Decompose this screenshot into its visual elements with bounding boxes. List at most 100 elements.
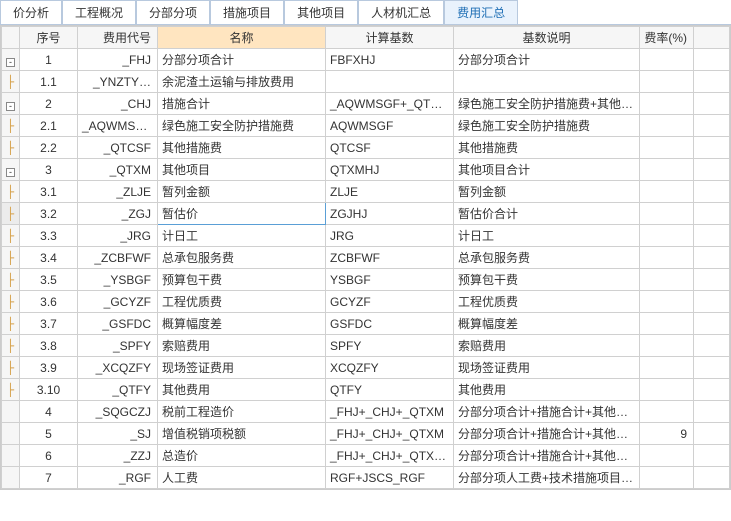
cell-base[interactable]: GSFDC [326, 313, 454, 335]
cell-code[interactable]: _SPFY [78, 335, 158, 357]
cell-rate[interactable] [640, 181, 694, 203]
cell-desc[interactable]: 计日工 [454, 225, 640, 247]
cell-rate[interactable] [640, 93, 694, 115]
cell-idx[interactable]: 6 [20, 445, 78, 467]
tab-3[interactable]: 措施项目 [210, 0, 284, 24]
header-base[interactable]: 计算基数 [326, 27, 454, 49]
cell-base[interactable]: ZCBFWF [326, 247, 454, 269]
cell-rate[interactable]: 9 [640, 423, 694, 445]
header-rate[interactable]: 费率(%) [640, 27, 694, 49]
cell-name[interactable]: 增值税销项税额 [158, 423, 326, 445]
cell-rate[interactable] [640, 203, 694, 225]
cell-desc[interactable]: 其他措施费 [454, 137, 640, 159]
cell-base[interactable] [326, 71, 454, 93]
cell-code[interactable]: _AQWMSGF [78, 115, 158, 137]
cell-code[interactable]: _XCQZFY [78, 357, 158, 379]
cell-base[interactable]: XCQZFY [326, 357, 454, 379]
cell-name[interactable]: 现场签证费用 [158, 357, 326, 379]
cell-code[interactable]: _QTCSF [78, 137, 158, 159]
cell-desc[interactable]: 索赔费用 [454, 335, 640, 357]
cell-code[interactable]: _ZLJE [78, 181, 158, 203]
header-name[interactable]: 名称 [158, 27, 326, 49]
cell-idx[interactable]: 3.9 [20, 357, 78, 379]
cell-desc[interactable]: 分部分项合计+措施合计+其他项目 [454, 401, 640, 423]
table-row[interactable]: ├3.5_YSBGF预算包干费YSBGF预算包干费 [2, 269, 730, 291]
cell-code[interactable]: _JRG [78, 225, 158, 247]
cell-code[interactable]: _YSBGF [78, 269, 158, 291]
cell-base[interactable]: YSBGF [326, 269, 454, 291]
cell-desc[interactable]: 概算幅度差 [454, 313, 640, 335]
cell-base[interactable]: FBFXHJ [326, 49, 454, 71]
cell-base[interactable]: _FHJ+_CHJ+_QTXM [326, 423, 454, 445]
tab-6[interactable]: 费用汇总 [444, 0, 518, 24]
cell-rate[interactable] [640, 225, 694, 247]
cell-desc[interactable]: 绿色施工安全防护措施费 [454, 115, 640, 137]
collapse-icon[interactable]: - [6, 102, 15, 111]
cell-idx[interactable]: 3.8 [20, 335, 78, 357]
table-row[interactable]: ├3.2_ZGJ暂估价ZGJHJ暂估价合计 [2, 203, 730, 225]
collapse-icon[interactable]: - [6, 58, 15, 67]
cell-idx[interactable]: 5 [20, 423, 78, 445]
cell-rate[interactable] [640, 49, 694, 71]
tree-toggle[interactable]: - [2, 159, 20, 181]
cell-code[interactable]: _GCYZF [78, 291, 158, 313]
cell-desc[interactable]: 分部分项人工费+技术措施项目人工费 [454, 467, 640, 489]
cell-base[interactable]: _FHJ+_CHJ+_QTXM+_SJ [326, 445, 454, 467]
cell-name[interactable]: 总造价 [158, 445, 326, 467]
cell-code[interactable]: _FHJ [78, 49, 158, 71]
cell-base[interactable]: AQWMSGF [326, 115, 454, 137]
fee-summary-grid[interactable]: 序号 费用代号 名称 计算基数 基数说明 费率(%) -1_FHJ分部分项合计F… [0, 25, 731, 490]
table-row[interactable]: ├2.1_AQWMSGF绿色施工安全防护措施费AQWMSGF绿色施工安全防护措施… [2, 115, 730, 137]
cell-desc[interactable]: 工程优质费 [454, 291, 640, 313]
cell-idx[interactable]: 3.3 [20, 225, 78, 247]
table-row[interactable]: 6_ZZJ总造价_FHJ+_CHJ+_QTXM+_SJ分部分项合计+措施合计+其… [2, 445, 730, 467]
cell-rate[interactable] [640, 335, 694, 357]
cell-code[interactable]: _YNZTY… [78, 71, 158, 93]
table-row[interactable]: 7_RGF人工费RGF+JSCS_RGF分部分项人工费+技术措施项目人工费 [2, 467, 730, 489]
cell-name[interactable]: 概算幅度差 [158, 313, 326, 335]
cell-code[interactable]: _SJ [78, 423, 158, 445]
cell-name[interactable]: 余泥渣土运输与排放费用 [158, 71, 326, 93]
cell-code[interactable]: _QTXM [78, 159, 158, 181]
table-row[interactable]: ├3.8_SPFY索赔费用SPFY索赔费用 [2, 335, 730, 357]
cell-name[interactable]: 暂列金额 [158, 181, 326, 203]
table-row[interactable]: 5_SJ增值税销项税额_FHJ+_CHJ+_QTXM分部分项合计+措施合计+其他… [2, 423, 730, 445]
cell-desc[interactable]: 其他项目合计 [454, 159, 640, 181]
cell-name[interactable]: 税前工程造价 [158, 401, 326, 423]
cell-rate[interactable] [640, 71, 694, 93]
header-desc[interactable]: 基数说明 [454, 27, 640, 49]
cell-idx[interactable]: 3.6 [20, 291, 78, 313]
cell-desc[interactable]: 总承包服务费 [454, 247, 640, 269]
cell-name[interactable]: 总承包服务费 [158, 247, 326, 269]
cell-rate[interactable] [640, 401, 694, 423]
table-row[interactable]: ├3.1_ZLJE暂列金额ZLJE暂列金额 [2, 181, 730, 203]
cell-name[interactable]: 其他项目 [158, 159, 326, 181]
table-row[interactable]: ├3.3_JRG计日工JRG计日工 [2, 225, 730, 247]
cell-rate[interactable] [640, 467, 694, 489]
cell-rate[interactable] [640, 269, 694, 291]
cell-desc[interactable]: 分部分项合计+措施合计+其他项目+增值税销项税额 [454, 445, 640, 467]
cell-rate[interactable] [640, 115, 694, 137]
cell-name[interactable]: 人工费 [158, 467, 326, 489]
cell-rate[interactable] [640, 137, 694, 159]
cell-name[interactable]: 分部分项合计 [158, 49, 326, 71]
table-row[interactable]: ├3.7_GSFDC概算幅度差GSFDC概算幅度差 [2, 313, 730, 335]
cell-rate[interactable] [640, 357, 694, 379]
header-idx[interactable]: 序号 [20, 27, 78, 49]
cell-rate[interactable] [640, 159, 694, 181]
cell-base[interactable]: ZGJHJ [326, 203, 454, 225]
cell-desc[interactable]: 其他费用 [454, 379, 640, 401]
cell-idx[interactable]: 1 [20, 49, 78, 71]
cell-code[interactable]: _QTFY [78, 379, 158, 401]
cell-desc[interactable]: 分部分项合计+措施合计+其他项目 [454, 423, 640, 445]
table-row[interactable]: ├3.9_XCQZFY现场签证费用XCQZFY现场签证费用 [2, 357, 730, 379]
cell-base[interactable]: SPFY [326, 335, 454, 357]
cell-desc[interactable] [454, 71, 640, 93]
table-row[interactable]: ├1.1_YNZTY…余泥渣土运输与排放费用 [2, 71, 730, 93]
cell-desc[interactable]: 暂列金额 [454, 181, 640, 203]
table-row[interactable]: -1_FHJ分部分项合计FBFXHJ分部分项合计 [2, 49, 730, 71]
cell-idx[interactable]: 3.4 [20, 247, 78, 269]
tab-1[interactable]: 工程概况 [62, 0, 136, 24]
cell-idx[interactable]: 3.1 [20, 181, 78, 203]
cell-name[interactable]: 其他措施费 [158, 137, 326, 159]
